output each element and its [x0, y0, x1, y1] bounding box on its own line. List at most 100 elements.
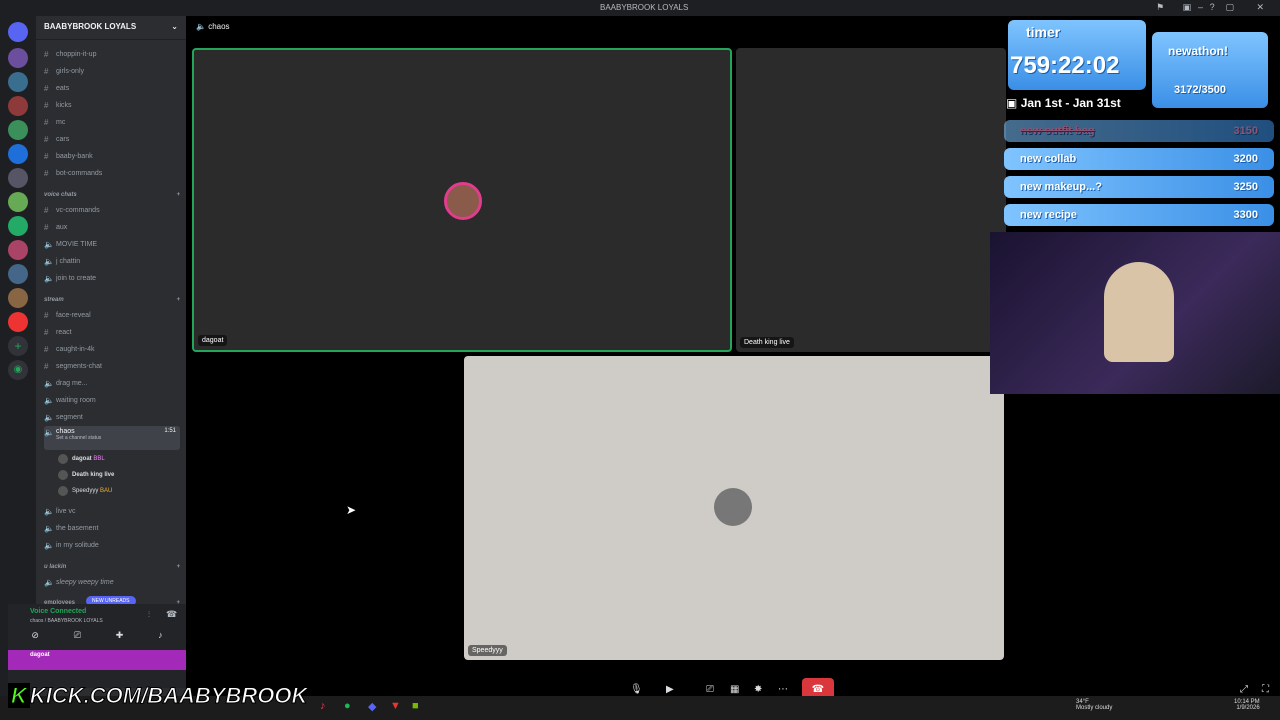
more-icon[interactable]: ⋯ — [778, 684, 788, 695]
channel-item[interactable]: 🔈 drag me... — [44, 375, 180, 391]
hash-icon: # — [44, 83, 49, 93]
category-stream[interactable]: stream + — [44, 297, 180, 303]
server-icon[interactable] — [8, 264, 28, 284]
microphone-icon[interactable]: 🎙 — [630, 684, 643, 695]
channel-item[interactable]: # baaby-bank — [44, 148, 180, 164]
server-icon[interactable] — [8, 240, 28, 260]
streamer-figure — [1104, 262, 1174, 362]
channel-item[interactable]: # aux — [44, 219, 180, 235]
channel-item[interactable]: # face-reveal — [44, 307, 180, 323]
channel-item[interactable]: # segments-chat — [44, 358, 180, 374]
channel-item[interactable]: # react — [44, 324, 180, 340]
participant-tile[interactable]: Death king live — [736, 48, 1006, 352]
discord-home-icon[interactable] — [8, 22, 28, 42]
avatar — [58, 470, 68, 480]
weather-widget[interactable]: 34°F Mostly cloudy — [1076, 699, 1112, 711]
channel-item[interactable]: 🔈 in my solitude — [44, 537, 180, 553]
speaker-icon: 🔈 — [44, 428, 54, 437]
speaker-icon: 🔈 — [44, 395, 54, 405]
voice-user[interactable]: Speedyyy BAU — [58, 486, 112, 496]
speaker-icon: 🔈 — [44, 256, 54, 266]
server-icon[interactable] — [8, 216, 28, 236]
plus-icon[interactable]: + — [176, 564, 180, 570]
hash-icon: # — [44, 66, 49, 76]
server-icon[interactable] — [8, 72, 28, 92]
channel-item[interactable]: 🔈 join to create — [44, 270, 180, 286]
window-controls[interactable]: – ▢ ✕ — [1198, 2, 1274, 13]
server-icon[interactable] — [8, 312, 28, 332]
mouse-cursor: ➤ — [346, 503, 357, 517]
goal-bar: new outfit bag 3150 — [1004, 120, 1274, 142]
popout-icon[interactable]: ⤢ — [1240, 684, 1248, 695]
speaker-icon: 🔈 — [44, 378, 54, 388]
server-icon[interactable] — [8, 48, 28, 68]
fullscreen-icon[interactable]: ⛶ — [1262, 684, 1269, 695]
soundboard-icon[interactable]: ✸ — [754, 684, 762, 695]
screen-share-icon[interactable]: ⎚ — [74, 630, 81, 646]
call-timer: 1:51 — [164, 428, 176, 434]
activity-icon[interactable]: ✚ — [116, 630, 124, 646]
channel-item[interactable]: # eats — [44, 80, 180, 96]
channel-item[interactable]: 🔈 sleepy weepy time — [44, 574, 180, 590]
channel-item[interactable]: 🔈 the basement — [44, 520, 180, 536]
avatar — [444, 182, 482, 220]
noise-suppression-icon[interactable]: ⫶ — [148, 610, 150, 620]
channel-item[interactable]: # caught-in-4k — [44, 341, 180, 357]
channel-item[interactable]: # kicks — [44, 97, 180, 113]
server-icon[interactable] — [8, 288, 28, 308]
plus-icon[interactable]: + — [176, 297, 180, 303]
nvidia-icon[interactable]: ■ — [412, 700, 419, 712]
channel-item[interactable]: # mc — [44, 114, 180, 130]
disconnect-icon[interactable]: ☎ — [166, 609, 177, 620]
channel-item[interactable]: # girls-only — [44, 63, 180, 79]
hash-icon: # — [44, 49, 49, 59]
channel-item-chaos[interactable]: 🔈 chaos Set a channel status 1:51 — [44, 426, 180, 450]
channel-item[interactable]: # choppin-it-up — [44, 46, 180, 62]
camera-icon[interactable]: ▶ — [666, 684, 674, 695]
app-icon[interactable]: ▼ — [390, 700, 401, 712]
channel-item[interactable]: 🔈 live vc — [44, 503, 180, 519]
channel-item[interactable]: 🔈 MOVIE TIME — [44, 236, 180, 252]
participant-tile[interactable]: Speedyyy — [464, 356, 1004, 660]
speaker-icon: 🔈 — [44, 239, 54, 249]
channel-item[interactable]: 🔈 waiting room — [44, 392, 180, 408]
activity-icon[interactable]: ▦ — [730, 684, 739, 695]
hash-icon: # — [44, 168, 49, 178]
explore-icon[interactable]: ◉ — [8, 360, 28, 380]
discord-icon[interactable]: ◆ — [368, 700, 376, 713]
user-panel: Voice Connected chaos / BAABYBROOK LOYAL… — [8, 604, 186, 688]
channel-item[interactable]: 🔈 j chattin — [44, 253, 180, 269]
window-title: BAABYBROOK LOYALS — [600, 3, 689, 12]
speaker-icon: 🔈 — [44, 523, 54, 533]
voice-connected-sub: chaos / BAABYBROOK LOYALS — [30, 618, 103, 624]
server-icon[interactable] — [8, 96, 28, 116]
channel-item[interactable]: # vc-commands — [44, 202, 180, 218]
server-icon[interactable] — [8, 192, 28, 212]
chevron-down-icon: ⌄ — [171, 22, 178, 31]
hash-icon: # — [44, 361, 49, 371]
channel-item[interactable]: 🔈 segment — [44, 409, 180, 425]
add-server-icon[interactable]: + — [8, 336, 28, 356]
server-icon[interactable] — [8, 144, 28, 164]
tiktok-icon[interactable]: ♪ — [320, 700, 326, 712]
channel-item[interactable]: # bot-commands — [44, 165, 180, 181]
category-u-lackin[interactable]: u lackin + — [44, 564, 180, 570]
participant-tile[interactable]: dagoat — [192, 48, 732, 352]
server-icon[interactable] — [8, 168, 28, 188]
voice-user[interactable]: Death king live — [58, 470, 114, 480]
plus-icon[interactable]: + — [176, 192, 180, 198]
guild-header[interactable]: BAABYBROOK LOYALS ⌄ — [36, 16, 186, 40]
server-icon[interactable] — [8, 120, 28, 140]
clock[interactable]: 10:14 PM 1/9/2026 — [1234, 699, 1260, 711]
spotify-icon[interactable]: ● — [344, 700, 351, 712]
camera-off-icon[interactable]: ⊘ — [31, 630, 39, 646]
hash-icon: # — [44, 205, 49, 215]
channel-item[interactable]: # cars — [44, 131, 180, 147]
voice-user[interactable]: dagoat BBL — [58, 454, 105, 464]
category-voice-chats[interactable]: voice chats + — [44, 192, 180, 198]
timer-label: timer — [1026, 24, 1061, 40]
soundboard-icon[interactable]: ♪ — [158, 630, 163, 646]
screen-share-icon[interactable]: ⎚ — [706, 684, 714, 695]
participant-name: dagoat — [198, 335, 228, 346]
goal-bar: new makeup...? 3250 — [1004, 176, 1274, 198]
